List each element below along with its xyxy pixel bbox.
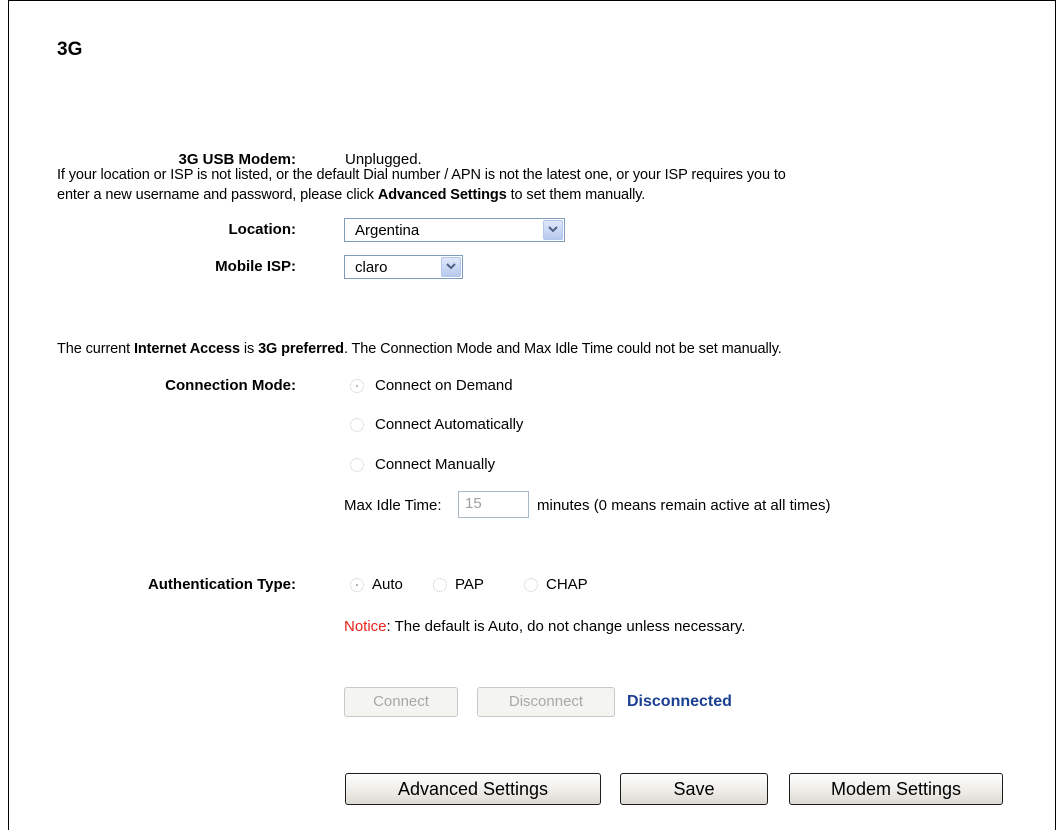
advanced-settings-button[interactable]: Advanced Settings <box>345 773 601 805</box>
auth-auto-radio[interactable] <box>350 578 364 592</box>
mobile-isp-value: claro <box>355 259 388 276</box>
auth-auto-label: Auto <box>372 576 403 593</box>
disconnect-button[interactable]: Disconnect <box>477 687 615 717</box>
location-label: Location: <box>228 221 297 238</box>
modem-status-value: Unplugged. <box>345 151 422 168</box>
mobile-isp-select[interactable]: claro <box>344 255 463 279</box>
chevron-down-icon[interactable] <box>543 220 563 240</box>
info-line-1: If your location or ISP is not listed, o… <box>57 167 786 183</box>
notice-prefix: Notice <box>344 618 387 635</box>
connect-button[interactable]: Connect <box>344 687 458 717</box>
chevron-down-icon[interactable] <box>441 257 461 277</box>
advanced-settings-mention: Advanced Settings <box>377 187 507 203</box>
auth-notice: Notice: The default is Auto, do not chan… <box>344 618 746 635</box>
auth-chap-radio[interactable] <box>524 578 538 592</box>
connect-automatically-radio[interactable] <box>350 418 364 432</box>
internet-access-note: The current Internet Access is 3G prefer… <box>57 341 782 357</box>
modem-status-label: 3G USB Modem: <box>178 151 296 168</box>
location-value: Argentina <box>355 222 420 239</box>
connection-status: Disconnected <box>627 693 732 710</box>
connect-on-demand-radio[interactable] <box>350 379 364 393</box>
connect-manually-radio[interactable] <box>350 458 364 472</box>
max-idle-time-input[interactable]: 15 <box>458 491 529 518</box>
max-idle-time-hint: minutes (0 means remain active at all ti… <box>537 497 831 514</box>
auth-chap-label: CHAP <box>546 576 588 593</box>
auth-pap-radio[interactable] <box>433 578 447 592</box>
location-select[interactable]: Argentina <box>344 218 565 242</box>
modem-settings-button[interactable]: Modem Settings <box>789 773 1003 805</box>
max-idle-time-label: Max Idle Time: <box>344 497 442 514</box>
mobile-isp-label: Mobile ISP: <box>215 258 296 275</box>
connect-automatically-label: Connect Automatically <box>375 416 524 433</box>
authentication-type-label: Authentication Type: <box>147 576 296 593</box>
page-title: 3G <box>57 39 83 60</box>
connection-mode-label: Connection Mode: <box>165 377 296 394</box>
connect-on-demand-label: Connect on Demand <box>375 377 513 394</box>
save-button[interactable]: Save <box>620 773 768 805</box>
info-line-2: enter a new username and password, pleas… <box>57 187 646 203</box>
auth-pap-label: PAP <box>455 576 484 593</box>
connect-manually-label: Connect Manually <box>375 456 496 473</box>
